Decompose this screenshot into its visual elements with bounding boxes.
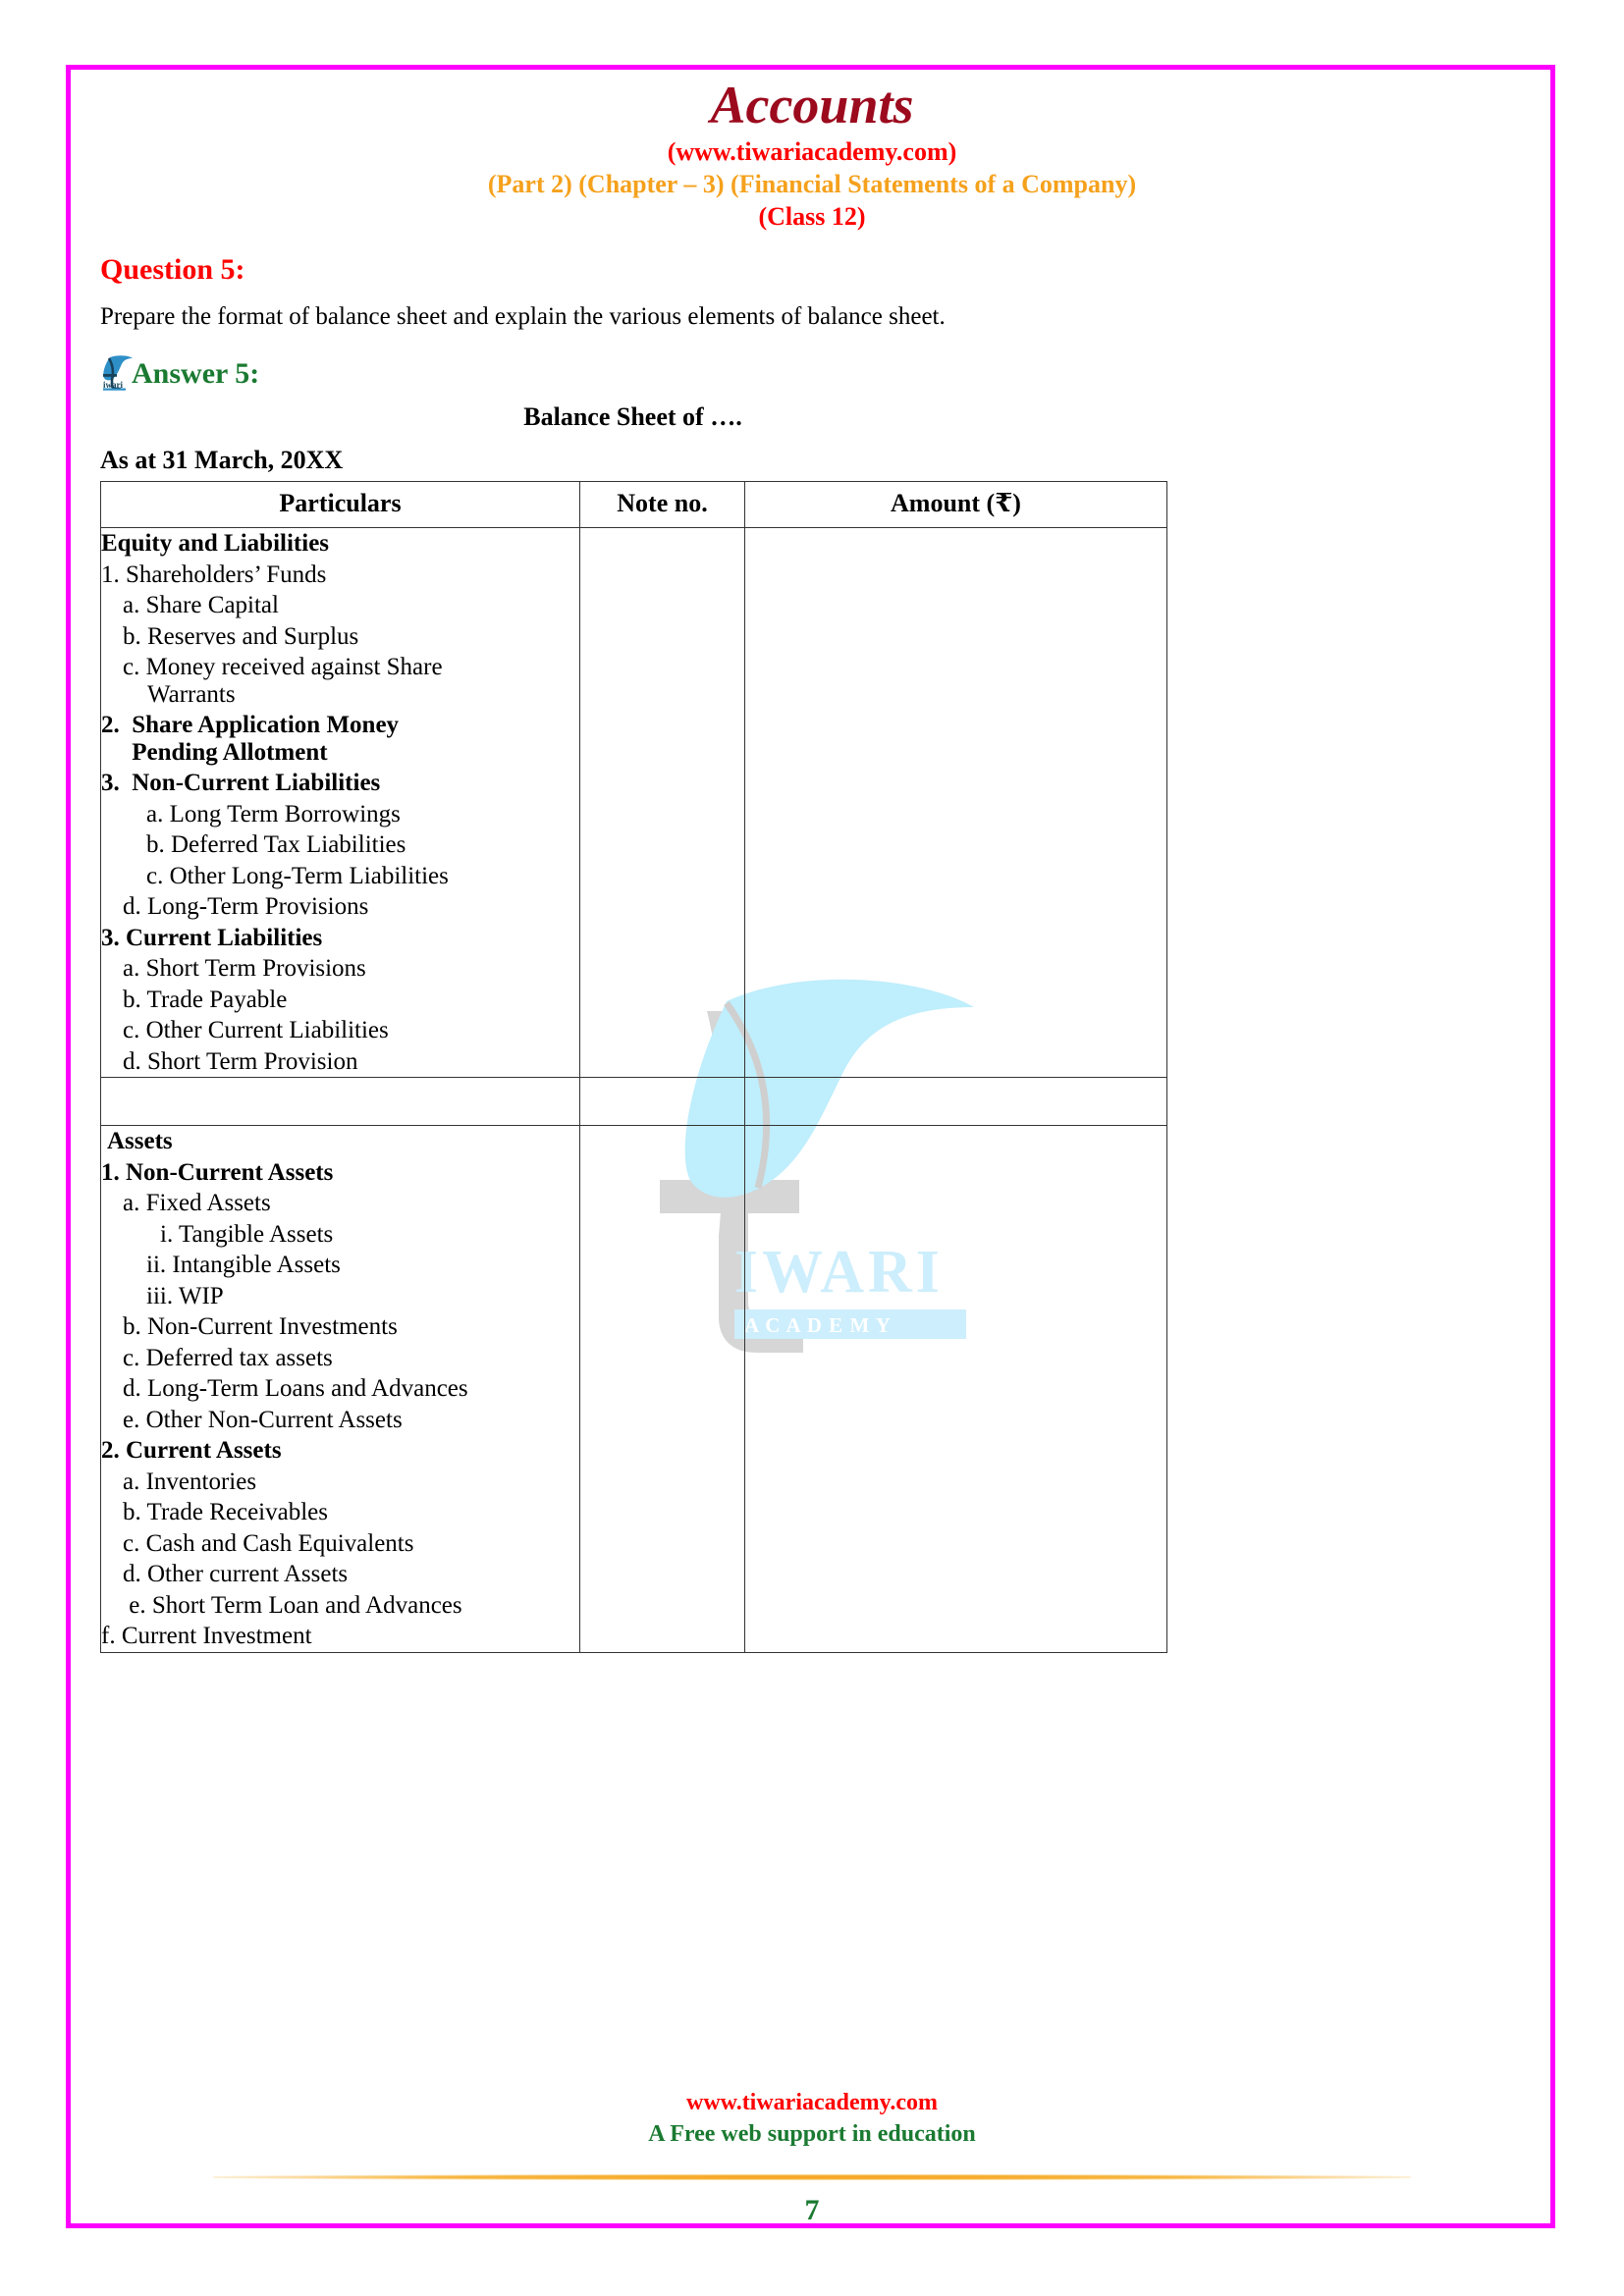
- document-header: Accounts (www.tiwariacademy.com) (Part 2…: [0, 79, 1624, 232]
- balance-sheet-line: 2. Current Assets: [101, 1437, 282, 1465]
- balance-sheet-line: 3. Current Liabilities: [101, 924, 323, 951]
- table-body: Equity and Liabilities 1. Shareholders’ F…: [100, 527, 1167, 1653]
- balance-sheet-line: c. Other Long-Term Liabilities: [146, 862, 449, 889]
- header-site-url: (www.tiwariacademy.com): [667, 137, 957, 166]
- document-footer: www.tiwariacademy.com A Free web support…: [0, 2089, 1624, 2225]
- cell-note-no: [579, 1125, 745, 1653]
- balance-sheet-line: c. Other Current Liabilities: [123, 1017, 389, 1044]
- header-chapter-line: (Part 2) (Chapter – 3) (Financial Statem…: [487, 169, 1137, 198]
- page-number: 7: [804, 2193, 820, 2226]
- balance-sheet-line: c. Cash and Cash Equivalents: [123, 1529, 414, 1557]
- cell-particulars: [100, 1077, 580, 1127]
- footer-site-url: www.tiwariacademy.com: [686, 2090, 938, 2115]
- balance-sheet-table: Particulars Note no. Amount (₹) Equity a…: [100, 481, 1167, 1653]
- balance-sheet-line: a. Share Capital: [123, 592, 279, 619]
- balance-sheet-line: iii. WIP: [146, 1282, 224, 1309]
- header-class-line: (Class 12): [758, 202, 866, 232]
- balance-sheet-line: ii. Intangible Assets: [146, 1252, 341, 1279]
- balance-sheet-line: a. Fixed Assets: [123, 1190, 271, 1217]
- table-header-row: Particulars Note no. Amount (₹): [100, 481, 1167, 529]
- balance-sheet-line: a. Inventories: [123, 1468, 257, 1495]
- balance-sheet-line: c. Deferred tax assets: [123, 1344, 333, 1371]
- table-row: Assets 1. Non-Current Assets a. Fixed Asse…: [100, 1125, 1167, 1653]
- balance-sheet-line: d. Short Term Provision: [123, 1047, 358, 1075]
- cell-note-no: [579, 1077, 745, 1127]
- balance-sheet-line: d. Other current Assets: [123, 1561, 349, 1588]
- document-title: Accounts: [710, 76, 914, 134]
- balance-sheet-line: b. Reserves and Surplus: [123, 622, 359, 650]
- balance-sheet-line: e. Short Term Loan and Advances: [123, 1591, 462, 1619]
- footer-divider: [213, 2173, 1411, 2180]
- balance-sheet-as-at: As at 31 March, 20XX: [100, 446, 344, 475]
- balance-sheet-line: i. Tangible Assets: [160, 1220, 334, 1248]
- question-heading: Question 5:: [100, 253, 245, 286]
- balance-sheet-line: b. Non-Current Investments: [123, 1313, 398, 1341]
- balance-sheet-line: 1. Shareholders’ Funds: [101, 561, 327, 588]
- balance-sheet-line: d. Long-Term Provisions: [123, 893, 369, 921]
- main-content: Question 5: Prepare the format of balanc…: [100, 253, 1475, 1653]
- cell-amount: [744, 1125, 1167, 1653]
- tiwari-academy-feather-icon: iwari: [100, 353, 134, 391]
- balance-sheet-line: b. Trade Receivables: [123, 1499, 328, 1526]
- balance-sheet-line: f. Current Investment: [101, 1623, 312, 1650]
- cell-note-no: [579, 527, 745, 1079]
- balance-sheet-line: a. Short Term Provisions: [123, 955, 366, 983]
- balance-sheet-line: e. Other Non-Current Assets: [123, 1406, 403, 1433]
- balance-sheet-line: b. Trade Payable: [123, 986, 288, 1013]
- question-text: Prepare the format of balance sheet and …: [100, 303, 946, 330]
- column-header-particulars: Particulars: [100, 481, 580, 529]
- balance-sheet-line: c. Money received against Share Warrants: [123, 654, 443, 708]
- balance-sheet-title: Balance Sheet of ….: [523, 402, 742, 432]
- table-row: Equity and Liabilities 1. Shareholders’ F…: [100, 527, 1167, 1079]
- balance-sheet-line: 2. Share Application Money Pending Allot…: [101, 712, 400, 766]
- cell-amount: [744, 1077, 1167, 1127]
- balance-sheet-line: b. Deferred Tax Liabilities: [146, 831, 406, 859]
- cell-particulars: Assets 1. Non-Current Assets a. Fixed Asse…: [100, 1125, 580, 1653]
- column-header-amount: Amount (₹): [744, 481, 1167, 529]
- balance-sheet-line: 1. Non-Current Assets: [101, 1158, 334, 1186]
- balance-sheet-line: Equity and Liabilities: [101, 530, 330, 558]
- cell-amount: [744, 527, 1167, 1079]
- cell-particulars: Equity and Liabilities 1. Shareholders’ F…: [100, 527, 580, 1079]
- balance-sheet-line: 3. Non-Current Liabilities: [101, 770, 381, 797]
- document-page: IWARI A C A D E M Y Accounts (www.tiwari…: [0, 0, 1624, 2296]
- balance-sheet-line: d. Long-Term Loans and Advances: [123, 1375, 468, 1403]
- answer-heading: Answer 5:: [132, 357, 260, 391]
- balance-sheet-line: Assets: [107, 1128, 173, 1155]
- balance-sheet-line: a. Long Term Borrowings: [146, 800, 401, 828]
- answer-heading-row: iwari Answer 5:: [100, 349, 1475, 391]
- table-row: [100, 1077, 1167, 1127]
- footer-tagline: A Free web support in education: [648, 2120, 976, 2147]
- column-header-note-no: Note no.: [579, 481, 745, 529]
